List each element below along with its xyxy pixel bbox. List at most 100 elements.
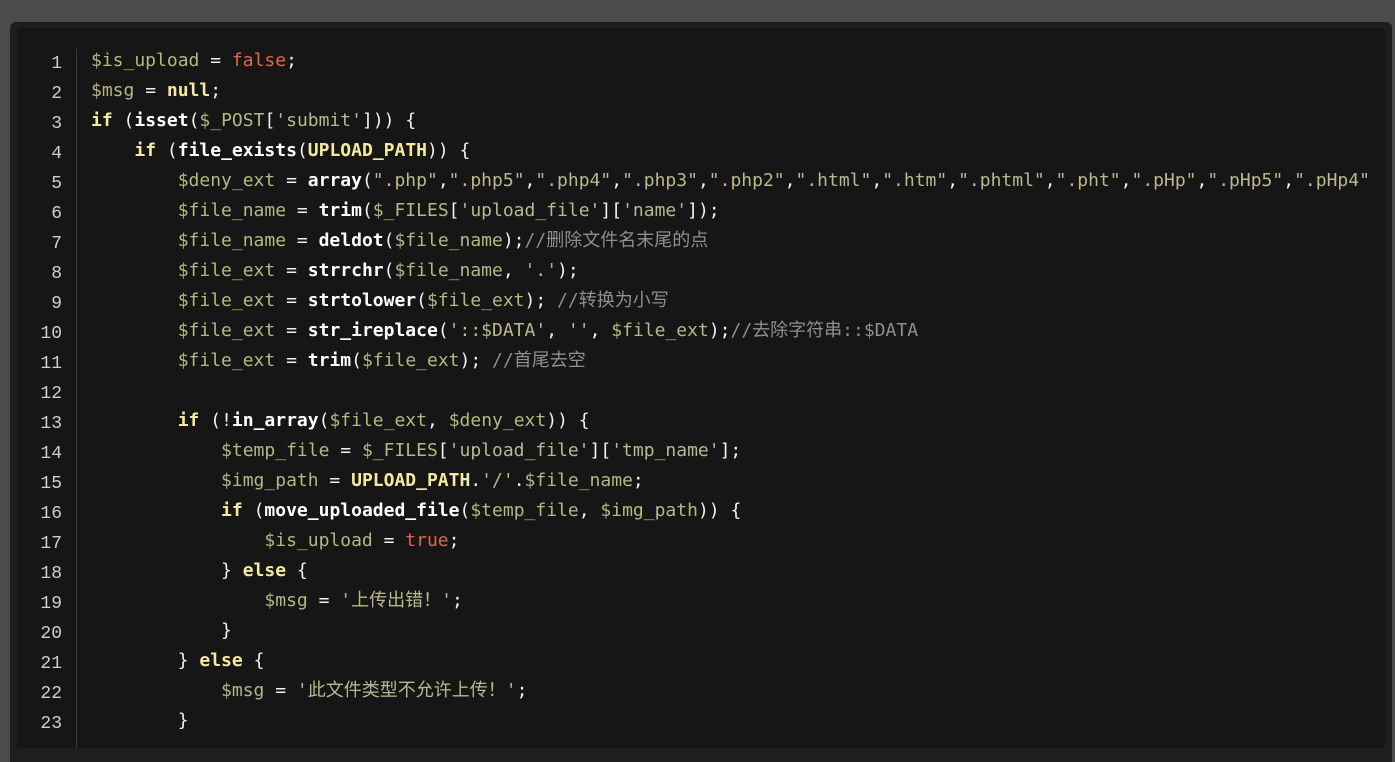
code-line[interactable]: $file_ext = strrchr($file_name, '.');: [91, 256, 1385, 286]
code-line[interactable]: if (isset($_POST['submit'])) {: [91, 106, 1385, 136]
code-token: ,: [697, 170, 709, 191]
code-token: ,: [871, 170, 883, 191]
code-line[interactable]: } else {: [91, 556, 1385, 586]
code-token: (: [383, 230, 395, 251]
code-token: );: [524, 290, 558, 311]
code-line[interactable]: if (!in_array($file_ext, $deny_ext)) {: [91, 406, 1385, 436]
code-token: '': [567, 320, 590, 341]
code-line[interactable]: }: [91, 706, 1385, 736]
code-line[interactable]: $msg = null;: [91, 76, 1385, 106]
code-token: ,: [427, 410, 449, 431]
code-line[interactable]: $msg = '此文件类型不允许上传！';: [91, 676, 1385, 706]
code-line[interactable]: $temp_file = $_FILES['upload_file']['tmp…: [91, 436, 1385, 466]
code-token: $file_ext: [611, 320, 709, 341]
code-token: ".php5": [448, 170, 525, 191]
code-line[interactable]: if (move_uploaded_file($temp_file, $img_…: [91, 496, 1385, 526]
code-line[interactable]: if (file_exists(UPLOAD_PATH)) {: [91, 136, 1385, 166]
code-token: (: [416, 290, 427, 311]
line-number: 20: [40, 624, 62, 644]
code-token: //删除文件名末尾的点: [524, 230, 709, 251]
code-token: ][: [589, 440, 612, 461]
code-token: if: [91, 110, 113, 131]
code-line[interactable]: [91, 376, 1385, 406]
code-token: trim: [307, 350, 352, 371]
code-line[interactable]: $file_name = trim($_FILES['upload_file']…: [91, 196, 1385, 226]
code-token: =: [275, 320, 308, 341]
code-token: $_FILES: [361, 440, 438, 461]
code-line[interactable]: } else {: [91, 646, 1385, 676]
code-token: =: [199, 50, 232, 71]
line-number: 14: [40, 444, 62, 464]
code-token: ];: [719, 440, 742, 461]
code-token: ,: [1196, 170, 1208, 191]
line-number: 4: [51, 144, 62, 164]
code-line[interactable]: $file_ext = strtolower($file_ext); //转换为…: [91, 286, 1385, 316]
code-token: ;: [516, 680, 528, 701]
code-token: ,: [524, 170, 536, 191]
line-number: 15: [40, 474, 62, 494]
code-line[interactable]: $file_name = deldot($file_name);//删除文件名末…: [91, 226, 1385, 256]
code-token: $file_ext: [426, 290, 525, 311]
code-token: $file_ext: [177, 350, 276, 371]
code-token: (: [383, 260, 395, 281]
line-number: 21: [40, 654, 62, 674]
code-token: ,: [784, 170, 796, 191]
code-token: trim: [318, 200, 362, 221]
code-token: else: [242, 560, 287, 581]
code-token: (: [459, 500, 471, 521]
code-token: //转换为小写: [557, 290, 669, 311]
code-token: =: [275, 170, 308, 191]
code-token: array: [307, 170, 362, 191]
code-token: $msg: [264, 590, 308, 611]
code-token: 'tmp_name': [611, 440, 720, 461]
line-number: 5: [51, 174, 62, 194]
code-token: UPLOAD_PATH: [351, 470, 471, 491]
code-token: deldot: [318, 230, 384, 251]
code-line[interactable]: }: [91, 616, 1385, 646]
code-line[interactable]: $deny_ext = array(".php",".php5",".php4"…: [91, 166, 1385, 196]
code-token: ,: [437, 170, 449, 191]
code-token: ;: [632, 470, 644, 491]
code-token: $file_name: [394, 230, 503, 251]
code-token: [: [437, 440, 449, 461]
code-token: $file_ext: [177, 260, 276, 281]
code-line[interactable]: $is_upload = false;: [91, 46, 1385, 76]
code-token: ,: [1044, 170, 1056, 191]
code-editor[interactable]: 1 2 3 4 5 6 7 8 9 10 11 12 13 14 15 16 17 18 19 20 21 22 23 $i…: [17, 28, 1385, 748]
code-token: =: [134, 80, 167, 101]
code-token: =: [264, 680, 297, 701]
code-token: if: [177, 410, 200, 431]
line-number: 9: [51, 294, 62, 314]
code-line[interactable]: $is_upload = true;: [91, 526, 1385, 556]
code-token: ;: [451, 590, 463, 611]
code-token: '上传出错！': [340, 590, 452, 611]
code-token: ,: [1283, 170, 1295, 191]
code-token: .: [513, 470, 525, 491]
code-token: $temp_file: [221, 440, 330, 461]
code-token: (!: [199, 410, 232, 431]
code-line[interactable]: $msg = '上传出错！';: [91, 586, 1385, 616]
code-content[interactable]: $is_upload = false; $msg = null; if (isset…: [91, 46, 1385, 736]
line-number: 19: [40, 594, 62, 614]
code-token: =: [307, 590, 341, 611]
code-token: ,: [947, 170, 959, 191]
code-token: $_POST: [199, 110, 265, 131]
code-line[interactable]: $img_path = UPLOAD_PATH.'/'.$file_name;: [91, 466, 1385, 496]
code-line[interactable]: $file_ext = str_ireplace('::$DATA', '', …: [91, 316, 1385, 346]
code-token: ".pHp": [1131, 170, 1197, 191]
line-number: 1: [51, 54, 62, 74]
code-token: (: [361, 170, 373, 191]
code-token: =: [329, 440, 362, 461]
code-token: $file_ext: [177, 320, 276, 341]
code-token: =: [318, 470, 352, 491]
code-line[interactable]: $file_ext = trim($file_ext); //首尾去空: [91, 346, 1385, 376]
code-token: )) {: [697, 500, 742, 521]
